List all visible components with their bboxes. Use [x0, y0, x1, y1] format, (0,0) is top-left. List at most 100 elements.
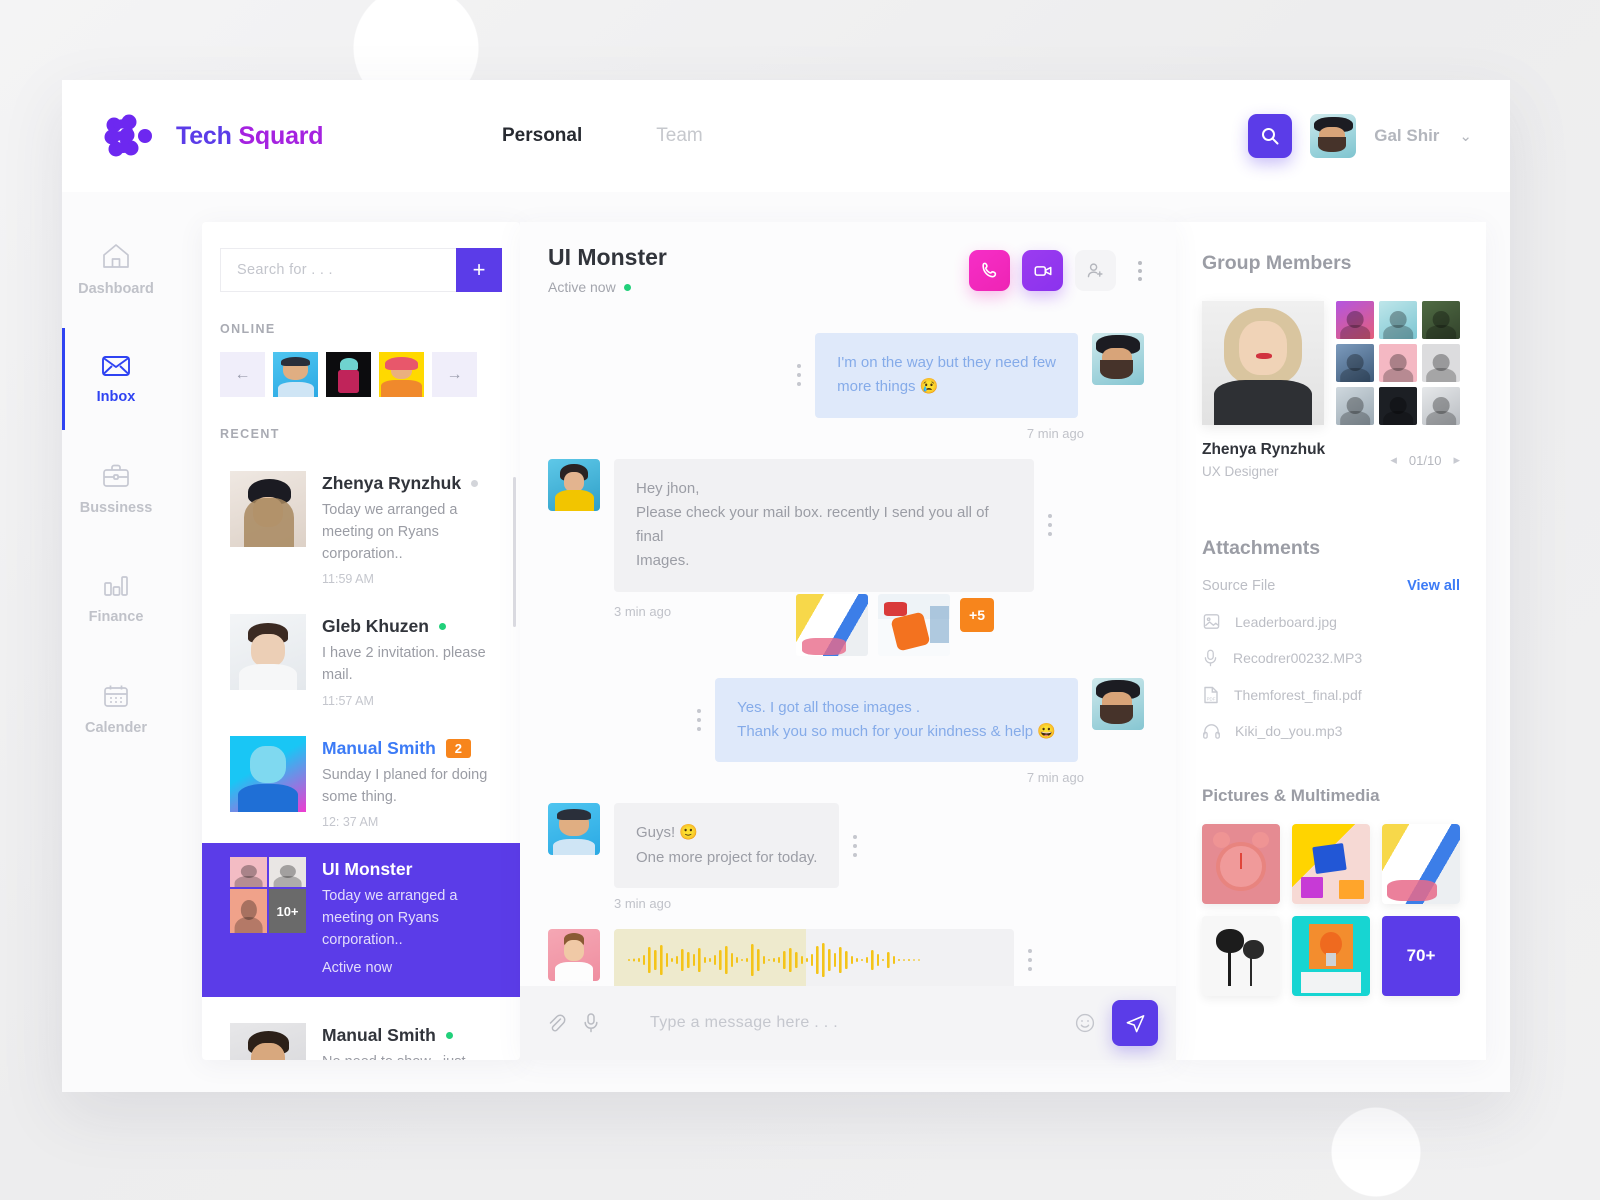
member-thumbnail[interactable]	[1379, 387, 1417, 425]
member-thumbnail[interactable]	[1422, 344, 1460, 382]
chevron-down-icon[interactable]: ⌄	[1459, 127, 1472, 145]
member-thumbnail[interactable]	[1422, 387, 1460, 425]
sidebar-item-dashboard[interactable]: Dashboard	[62, 214, 170, 324]
member-thumbnail[interactable]	[1336, 387, 1374, 425]
member-name: Zhenya Rynzhuk	[1202, 441, 1326, 458]
chat-header-info: UI Monster Active now	[548, 244, 667, 295]
conversation-name: Manual Smith 2	[322, 738, 492, 759]
sidebar-item-finance[interactable]: Finance	[62, 544, 170, 654]
multimedia-thumbnail[interactable]	[1202, 916, 1280, 996]
user-name[interactable]: Gal Shir	[1374, 126, 1439, 146]
multimedia-thumbnail[interactable]	[1292, 824, 1370, 904]
phone-icon	[982, 262, 997, 278]
list-scrollbar[interactable]	[513, 477, 516, 627]
featured-member-photo[interactable]	[1202, 301, 1324, 425]
messages-list: I'm on the way but they need few more th…	[520, 295, 1176, 986]
search-input[interactable]	[220, 248, 456, 292]
message-options-button[interactable]	[1048, 459, 1052, 592]
message-line: I'm on the way but they need few	[837, 354, 1056, 371]
sidebar-item-calender[interactable]: Calender	[62, 654, 170, 764]
online-avatar[interactable]	[379, 352, 424, 397]
message-composer	[520, 986, 1176, 1060]
chat-more-options-button[interactable]	[1128, 260, 1146, 281]
conversation-time: Active now	[322, 959, 393, 976]
attachment-item[interactable]: PDF Themforest_final.pdf	[1202, 685, 1460, 705]
message-line: more things 😢	[837, 378, 939, 396]
paperclip-icon[interactable]	[546, 1012, 566, 1034]
top-bar: Tech Squard Personal Team Gal Shir ⌄	[62, 80, 1510, 192]
attachment-thumbnail[interactable]	[878, 593, 950, 656]
brand-name-part1: Tech	[176, 121, 239, 150]
online-next-button[interactable]: →	[432, 352, 477, 397]
sidebar-item-inbox[interactable]: Inbox	[62, 324, 170, 434]
list-item-body: Manual Smith 2 Sunday I planed for doing…	[322, 736, 492, 830]
list-item-selected[interactable]: 10+ UI Monster Today we arranged a meeti…	[202, 843, 520, 998]
message-bubble: Hey jhon, Please check your mail box. re…	[614, 458, 1034, 592]
call-button[interactable]	[969, 250, 1010, 291]
multimedia-thumbnail[interactable]	[1202, 824, 1280, 904]
tab-personal[interactable]: Personal	[502, 125, 582, 147]
attachment-item[interactable]: Leaderboard.jpg	[1202, 612, 1460, 631]
list-item[interactable]: Gleb Khuzen I have 2 invitation. please …	[220, 600, 502, 722]
list-item[interactable]: Zhenya Rynzhuk Today we arranged a meeti…	[220, 457, 502, 600]
conversation-preview: Today we arranged a meeting on Ryans cor…	[322, 502, 458, 562]
pager-prev-button[interactable]: ◂	[1390, 452, 1397, 468]
attachment-item[interactable]: Recodrer00232.MP3	[1202, 648, 1460, 668]
view-all-link[interactable]: View all	[1407, 578, 1460, 594]
search-button[interactable]	[1248, 114, 1293, 158]
content-area: + ONLINE ←	[170, 192, 1510, 1092]
list-item[interactable]: Manual Smith 2 Sunday I planed for doing…	[220, 722, 502, 844]
microphone-icon[interactable]	[582, 1012, 600, 1034]
send-button[interactable]	[1112, 1000, 1158, 1046]
message-options-button[interactable]	[1028, 929, 1032, 986]
member-thumbnail[interactable]	[1379, 301, 1417, 339]
recent-section-label: RECENT	[220, 427, 280, 441]
list-item[interactable]: Manual Smith No need to show . just prov…	[220, 1009, 502, 1060]
smiley-icon[interactable]	[1074, 1012, 1096, 1034]
message-options-button[interactable]	[797, 333, 802, 418]
pager-next-button[interactable]: ▸	[1453, 452, 1460, 468]
multimedia-more-count[interactable]: 70+	[1382, 916, 1460, 996]
list-item-body: UI Monster Today we arranged a meeting o…	[322, 857, 502, 979]
message-options-button[interactable]	[853, 803, 858, 888]
add-conversation-button[interactable]: +	[456, 248, 502, 292]
member-thumbnail[interactable]	[1336, 344, 1374, 382]
sidebar: Dashboard Inbox Bussiness Finance Calend…	[62, 192, 170, 1092]
online-avatar[interactable]	[326, 352, 371, 397]
conversation-time: 11:59 AM	[322, 572, 374, 587]
attachment-item[interactable]: Kiki_do_you.mp3	[1202, 722, 1460, 740]
conversation-name-text: UI Monster	[322, 859, 413, 880]
message-bubble: Yes. I got all those images . Thank you …	[715, 677, 1078, 763]
message-options-button[interactable]	[697, 678, 702, 763]
image-file-icon	[1203, 614, 1220, 629]
chat-status-text: Active now	[548, 279, 616, 295]
online-prev-button[interactable]: ←	[220, 352, 265, 397]
conversation-name: Gleb Khuzen	[322, 616, 492, 637]
message-line: Guys! 🙂	[636, 824, 699, 842]
member-thumbnail[interactable]	[1422, 301, 1460, 339]
attachment-thumbnail[interactable]	[796, 593, 868, 656]
voice-message-bubble[interactable]	[614, 928, 1014, 986]
brand[interactable]: Tech Squard	[102, 113, 502, 159]
multimedia-thumbnail[interactable]	[1292, 916, 1370, 996]
chat-status: Active now	[548, 279, 667, 295]
status-dot	[471, 480, 479, 487]
message-input[interactable]	[616, 1014, 1058, 1032]
sidebar-item-label: Inbox	[96, 388, 136, 405]
featured-member-info: Zhenya Rynzhuk UX Designer ◂ 01/10 ▸	[1202, 441, 1460, 479]
avatar	[548, 928, 600, 981]
add-member-button[interactable]	[1075, 250, 1116, 291]
avatar[interactable]	[1310, 114, 1357, 158]
member-thumbnail[interactable]	[1336, 301, 1374, 339]
conversation-name-text: Manual Smith	[322, 1025, 436, 1046]
tab-team[interactable]: Team	[656, 125, 702, 147]
sidebar-item-bussiness[interactable]: Bussiness	[62, 434, 170, 544]
avatar	[1092, 677, 1144, 730]
online-avatar[interactable]	[273, 352, 318, 397]
member-thumbnail[interactable]	[1379, 344, 1417, 382]
video-button[interactable]	[1022, 250, 1063, 291]
multimedia-thumbnail[interactable]	[1382, 824, 1460, 904]
attachment-more-count[interactable]: +5	[960, 597, 994, 632]
group-members-title: Group Members	[1202, 252, 1352, 274]
message-row-outgoing: Yes. I got all those images . Thank you …	[548, 677, 1144, 763]
